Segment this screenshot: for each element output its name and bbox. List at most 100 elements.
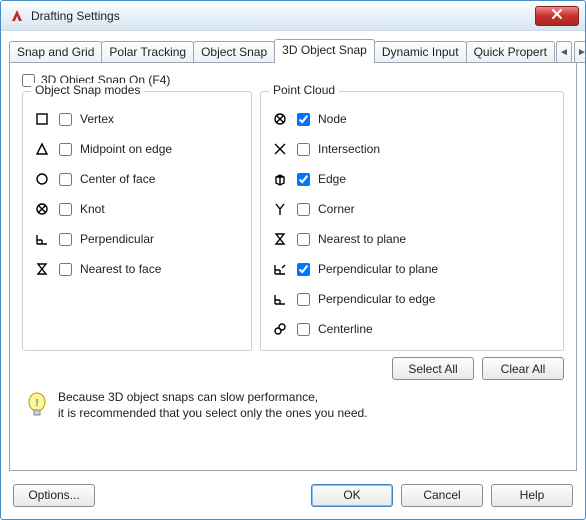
- tab-label: Polar Tracking: [109, 45, 186, 59]
- group-legend: Point Cloud: [269, 83, 339, 97]
- pointcloud-label-edge: Edge: [318, 172, 346, 186]
- close-icon: [551, 8, 563, 23]
- tab-scroll-right-button[interactable]: ►: [574, 41, 586, 63]
- cancel-button[interactable]: Cancel: [401, 484, 483, 507]
- tab-quick-properties[interactable]: Quick Propert: [466, 41, 555, 63]
- pointcloud-item-edge: Edge: [271, 164, 553, 194]
- tab-strip: Snap and Grid Polar Tracking Object Snap…: [9, 39, 577, 63]
- pointcloud-checkbox-corner[interactable]: [297, 203, 310, 216]
- tab-polar-tracking[interactable]: Polar Tracking: [101, 41, 194, 63]
- tab-label: Quick Propert: [474, 45, 547, 59]
- tab-label: 3D Object Snap: [282, 43, 367, 57]
- tab-label: Snap and Grid: [17, 45, 94, 59]
- lightbulb-icon: !: [26, 392, 48, 420]
- button-label: Options...: [28, 488, 79, 502]
- button-label: Help: [520, 488, 545, 502]
- osnap-checkbox-perpendicular[interactable]: [59, 233, 72, 246]
- pointcloud-checkbox-edge[interactable]: [297, 173, 310, 186]
- osnap-checkbox-vertex[interactable]: [59, 113, 72, 126]
- dialog-footer: Options... OK Cancel Help: [1, 479, 585, 519]
- group-legend: Object Snap modes: [31, 83, 144, 97]
- perpendicular-icon: [33, 230, 51, 248]
- pointcloud-item-perp-plane: Perpendicular to plane: [271, 254, 553, 284]
- tab-dynamic-input[interactable]: Dynamic Input: [374, 41, 467, 63]
- performance-tip: ! Because 3D object snaps can slow perfo…: [22, 388, 564, 423]
- button-label: Select All: [408, 362, 457, 376]
- pointcloud-item-corner: Corner: [271, 194, 553, 224]
- tab-scroll-left-button[interactable]: ◄: [556, 41, 572, 63]
- client-area: Snap and Grid Polar Tracking Object Snap…: [1, 31, 585, 479]
- tab-3d-object-snap[interactable]: 3D Object Snap: [274, 39, 375, 63]
- pointcloud-label-nearest-plane: Nearest to plane: [318, 232, 406, 246]
- pointcloud-label-intersection: Intersection: [318, 142, 380, 156]
- button-label: Clear All: [501, 362, 546, 376]
- osnap-checkbox-nearest-face[interactable]: [59, 263, 72, 276]
- osnap-label-center-face: Center of face: [80, 172, 155, 186]
- button-label: OK: [343, 488, 360, 502]
- tip-line-1: Because 3D object snaps can slow perform…: [58, 390, 368, 406]
- osnap-item-perpendicular: Perpendicular: [33, 224, 241, 254]
- drafting-settings-dialog: Drafting Settings Snap and Grid Polar Tr…: [0, 0, 586, 520]
- pointcloud-label-centerline: Centerline: [318, 322, 373, 336]
- node-icon: [271, 110, 289, 128]
- pointcloud-checkbox-nearest-plane[interactable]: [297, 233, 310, 246]
- osnap-item-knot: Knot: [33, 194, 241, 224]
- pointcloud-checkbox-perp-plane[interactable]: [297, 263, 310, 276]
- app-logo-icon: [9, 8, 25, 24]
- intersection-icon: [271, 140, 289, 158]
- point-cloud-group: Point Cloud NodeIntersectionEdgeCornerNe…: [260, 91, 564, 351]
- options-button[interactable]: Options...: [13, 484, 95, 507]
- help-button[interactable]: Help: [491, 484, 573, 507]
- pointcloud-checkbox-centerline[interactable]: [297, 323, 310, 336]
- title-bar: Drafting Settings: [1, 1, 585, 31]
- nearest-plane-icon: [271, 230, 289, 248]
- osnap-item-center-face: Center of face: [33, 164, 241, 194]
- centerline-icon: [271, 320, 289, 338]
- osnap-item-midpoint-edge: Midpoint on edge: [33, 134, 241, 164]
- pointcloud-label-perp-plane: Perpendicular to plane: [318, 262, 438, 276]
- vertex-icon: [33, 110, 51, 128]
- close-button[interactable]: [535, 6, 579, 26]
- corner-icon: [271, 200, 289, 218]
- osnap-label-midpoint-edge: Midpoint on edge: [80, 142, 172, 156]
- pointcloud-label-perp-edge: Perpendicular to edge: [318, 292, 435, 306]
- tab-label: Object Snap: [201, 45, 267, 59]
- osnap-checkbox-center-face[interactable]: [59, 173, 72, 186]
- window-title: Drafting Settings: [31, 9, 535, 23]
- perp-plane-icon: [271, 260, 289, 278]
- pointcloud-item-perp-edge: Perpendicular to edge: [271, 284, 553, 314]
- ok-button[interactable]: OK: [311, 484, 393, 507]
- pointcloud-label-corner: Corner: [318, 202, 355, 216]
- pointcloud-item-node: Node: [271, 104, 553, 134]
- perp-edge-icon: [271, 290, 289, 308]
- select-all-button[interactable]: Select All: [392, 357, 474, 380]
- osnap-item-nearest-face: Nearest to face: [33, 254, 241, 284]
- clear-all-button[interactable]: Clear All: [482, 357, 564, 380]
- midpoint-edge-icon: [33, 140, 51, 158]
- osnap-checkbox-midpoint-edge[interactable]: [59, 143, 72, 156]
- pointcloud-checkbox-perp-edge[interactable]: [297, 293, 310, 306]
- osnap-item-vertex: Vertex: [33, 104, 241, 134]
- object-snap-modes-group: Object Snap modes VertexMidpoint on edge…: [22, 91, 252, 351]
- tab-label: Dynamic Input: [382, 45, 459, 59]
- chevron-left-icon: ◄: [559, 47, 569, 58]
- osnap-checkbox-knot[interactable]: [59, 203, 72, 216]
- button-label: Cancel: [423, 488, 460, 502]
- pointcloud-checkbox-intersection[interactable]: [297, 143, 310, 156]
- osnap-label-knot: Knot: [80, 202, 105, 216]
- pointcloud-checkbox-node[interactable]: [297, 113, 310, 126]
- edge-icon: [271, 170, 289, 188]
- osnap-label-perpendicular: Perpendicular: [80, 232, 154, 246]
- knot-icon: [33, 200, 51, 218]
- pointcloud-item-nearest-plane: Nearest to plane: [271, 224, 553, 254]
- osnap-label-vertex: Vertex: [80, 112, 114, 126]
- tab-object-snap[interactable]: Object Snap: [193, 41, 275, 63]
- tip-line-2: it is recommended that you select only t…: [58, 406, 368, 422]
- pointcloud-label-node: Node: [318, 112, 347, 126]
- osnap-label-nearest-face: Nearest to face: [80, 262, 161, 276]
- tab-snap-and-grid[interactable]: Snap and Grid: [9, 41, 102, 63]
- nearest-face-icon: [33, 260, 51, 278]
- chevron-right-icon: ►: [577, 47, 586, 58]
- pointcloud-item-centerline: Centerline: [271, 314, 553, 344]
- tab-content: 3D Object Snap On (F4) Object Snap modes…: [9, 62, 577, 471]
